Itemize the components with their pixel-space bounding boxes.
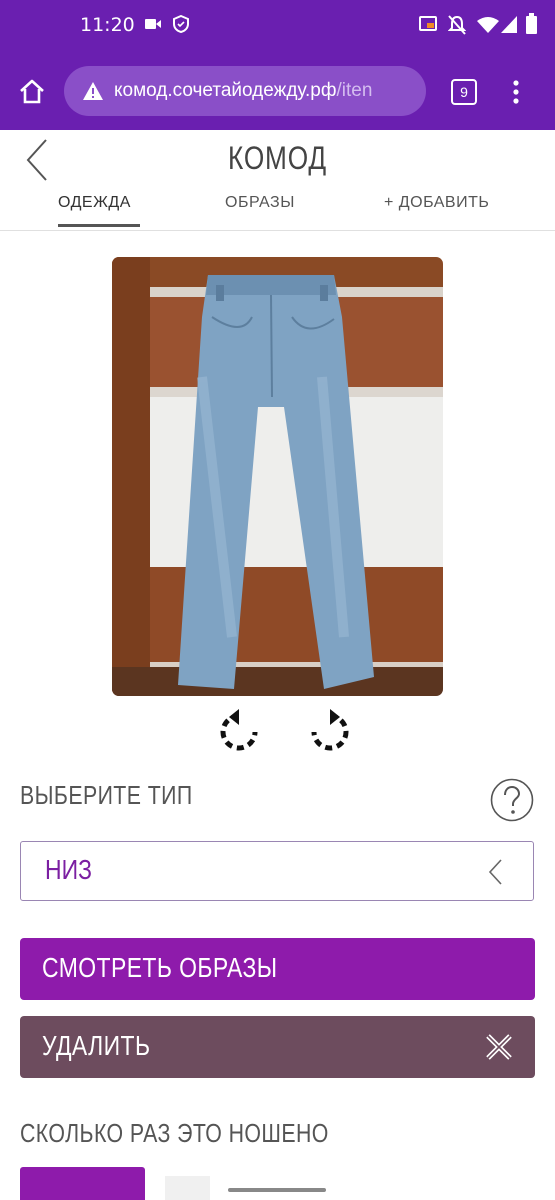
shield-check-icon	[173, 15, 189, 33]
warning-icon	[83, 82, 103, 100]
page-title: КОМОД	[228, 140, 327, 176]
menu-dots-icon[interactable]	[512, 80, 520, 104]
status-bar: 11:20	[0, 0, 555, 52]
type-label: ВЫБЕРИТЕ ТИП	[20, 780, 193, 810]
worn-count-label: СКОЛЬКО РАЗ ЭТО НОШЕНО	[20, 1118, 329, 1148]
mute-icon	[448, 15, 466, 35]
url-path: /iten	[336, 80, 373, 101]
tab-clothes[interactable]: ОДЕЖДА	[58, 194, 131, 212]
delete-button[interactable]: УДАЛИТЬ	[20, 1016, 535, 1078]
view-outfits-button[interactable]: СМОТРЕТЬ ОБРАЗЫ	[20, 938, 535, 1000]
delete-label: УДАЛИТЬ	[42, 1030, 151, 1061]
tab-switcher-button[interactable]: 9	[451, 79, 477, 105]
tab-outfits[interactable]: ОБРАЗЫ	[225, 194, 295, 212]
help-icon[interactable]	[490, 778, 534, 822]
worn-count-track	[165, 1176, 210, 1200]
signal-icon	[501, 16, 517, 33]
browser-toolbar: комод.сочетайодежду.рф/iten 9	[0, 52, 555, 130]
tab-add[interactable]: + ДОБАВИТЬ	[384, 194, 489, 212]
video-icon	[145, 19, 161, 29]
tab-count: 9	[460, 84, 468, 100]
worn-count-bar[interactable]	[20, 1167, 145, 1200]
cast-icon	[419, 16, 437, 31]
active-tab-indicator	[58, 224, 140, 227]
home-icon[interactable]	[18, 78, 46, 104]
back-arrow-icon[interactable]	[24, 138, 50, 182]
type-select-value: НИЗ	[45, 854, 92, 885]
type-select[interactable]: НИЗ	[20, 841, 534, 901]
view-outfits-label: СМОТРЕТЬ ОБРАЗЫ	[42, 952, 278, 983]
battery-icon	[526, 13, 537, 34]
gesture-bar	[228, 1188, 326, 1192]
rotate-left-icon[interactable]	[215, 708, 263, 756]
address-bar[interactable]: комод.сочетайодежду.рф/iten	[64, 66, 426, 116]
chevron-left-icon	[488, 859, 502, 885]
wifi-icon	[477, 17, 499, 33]
status-time: 11:20	[80, 14, 135, 36]
url-host: комод.сочетайодежду.рф	[114, 80, 337, 101]
item-photo	[112, 257, 443, 696]
rotate-right-icon[interactable]	[306, 708, 354, 756]
close-icon	[486, 1034, 512, 1060]
app-header: КОМОД ОДЕЖДА ОБРАЗЫ + ДОБАВИТЬ	[0, 130, 555, 231]
